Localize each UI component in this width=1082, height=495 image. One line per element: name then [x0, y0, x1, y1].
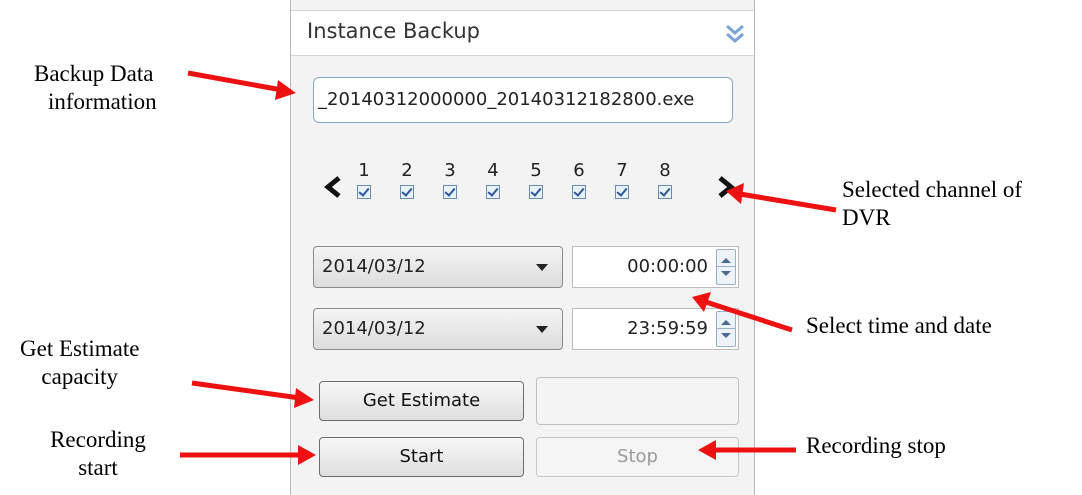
- annotation-arrows: [180, 70, 837, 465]
